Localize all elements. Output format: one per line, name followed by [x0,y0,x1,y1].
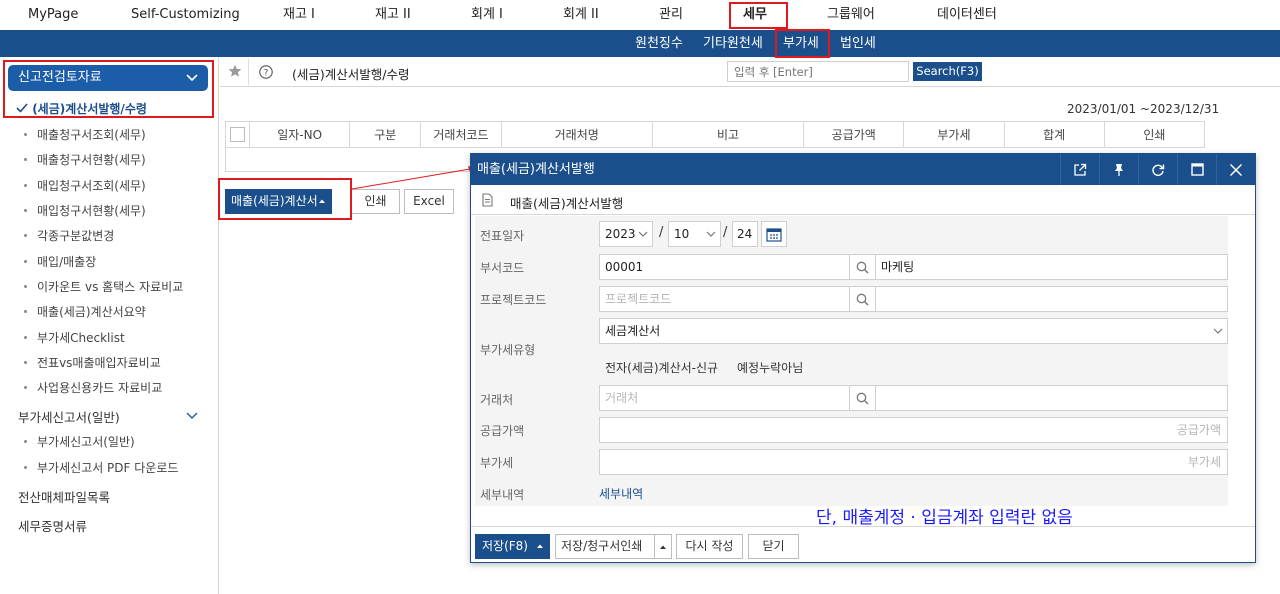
modal-subtitle: 매출(세금)계산서발행 [510,196,624,211]
search-icon[interactable] [849,254,876,280]
close-button[interactable]: 닫기 [748,534,799,559]
caret-up-icon[interactable] [654,535,671,558]
date-label: 전표일자 [480,229,525,243]
caret-up-icon[interactable] [536,535,544,566]
project-code-input[interactable]: 프로젝트코드 [599,286,850,312]
save-label: 저장(F8) [482,539,528,553]
pin-icon[interactable] [1099,154,1138,185]
customer-code-input[interactable]: 거래처 [599,385,850,411]
vat-amount-input[interactable]: 부가세 [599,449,1228,475]
customer-label: 거래처 [480,393,514,407]
vat-tag-electronic[interactable]: 전자(세금)계산서-신규 [605,359,718,376]
detail-label: 세부내역 [480,488,525,502]
sales-invoice-modal: 매출(세금)계산서발행 매출(세금)계산서발행 전표일자 2023 / 10 /… [470,153,1256,563]
save-print-button[interactable]: 저장/청구서인쇄 [555,534,672,559]
modal-footer: 저장(F8) 저장/청구서인쇄 다시 작성 닫기 [471,526,1255,563]
modal-subheader: 매출(세금)계산서발행 [471,185,1255,215]
project-name-input[interactable] [875,286,1228,312]
detail-link[interactable]: 세부내역 [599,485,643,502]
month-value: 10 [674,227,690,241]
document-icon [482,193,493,210]
refresh-icon[interactable] [1138,154,1177,185]
save-button[interactable]: 저장(F8) [475,534,550,559]
search-icon[interactable] [849,385,876,411]
maximize-icon[interactable] [1177,154,1216,185]
year-value: 2023 [605,227,636,241]
supply-amount-input[interactable]: 공급가액 [599,417,1228,443]
supply-amount-label: 공급가액 [480,424,525,438]
project-label: 프로젝트코드 [480,293,547,307]
invoice-form: 전표일자 2023 / 10 / 24 부서코드 00001 마케팅 프로젝트코… [475,216,1228,506]
vat-type-value: 세금계산서 [605,324,661,338]
scroll-gutter [1229,216,1255,526]
chevron-down-icon [638,222,648,246]
rewrite-button[interactable]: 다시 작성 [676,534,743,559]
chevron-down-icon [706,222,716,246]
chevron-down-icon [1213,319,1223,343]
close-icon[interactable] [1216,154,1255,185]
open-external-icon[interactable] [1060,154,1099,185]
date-separator: / [723,225,728,240]
vat-type-label: 부가세유형 [480,343,536,357]
customer-name-input[interactable] [875,385,1228,411]
modal-title-bar: 매출(세금)계산서발행 [471,154,1255,185]
calendar-icon[interactable] [761,221,787,247]
modal-title: 매출(세금)계산서발행 [477,162,595,177]
save-print-label: 저장/청구서인쇄 [561,539,643,553]
day-input[interactable]: 24 [732,221,758,247]
vat-label: 부가세 [480,456,514,470]
month-select[interactable]: 10 [668,221,721,247]
dept-name-input[interactable]: 마케팅 [875,254,1228,280]
dept-label: 부서코드 [480,261,525,275]
date-separator: / [659,225,664,240]
vat-tag-not-omitted[interactable]: 예정누락아님 [737,359,803,376]
search-icon[interactable] [849,286,876,312]
vat-type-select[interactable]: 세금계산서 [599,318,1228,344]
dept-code-input[interactable]: 00001 [599,254,850,280]
year-select[interactable]: 2023 [599,221,653,247]
annotation-note: 단, 매출계정 · 입금계좌 입력란 없음 [816,508,1073,528]
